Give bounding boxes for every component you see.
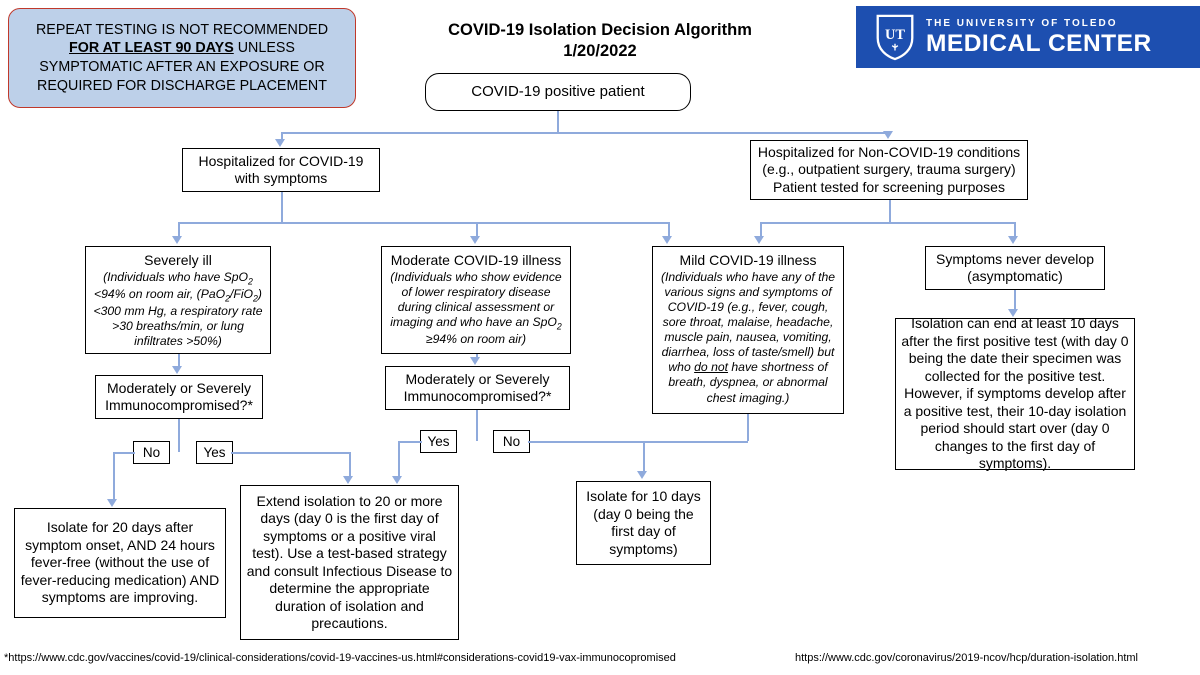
node-mild-illness-body: (Individuals who have any of the various… xyxy=(660,269,836,405)
node-immunocompromised-mid-label: Moderately or Severely Immunocompromised?… xyxy=(403,370,552,405)
edge-immunoleft-down xyxy=(178,419,180,452)
node-mild-illness-title: Mild COVID-19 illness xyxy=(679,252,817,268)
arrow-to-moderate-illness xyxy=(470,236,480,244)
edge-mid-yes-down xyxy=(398,441,400,476)
notice-text: REPEAT TESTING IS NOT RECOMMENDED FOR AT… xyxy=(36,21,328,95)
svg-text:UT: UT xyxy=(885,27,905,43)
arrow-to-immunocompromised-mid xyxy=(470,357,480,365)
edge-immunomid-down xyxy=(476,410,478,441)
edge-left-no-horizontal xyxy=(113,452,135,454)
arrow-to-outcome-20-days xyxy=(107,499,117,507)
logo-wordmark: THE UNIVERSITY OF TOLEDO MEDICAL CENTER xyxy=(926,17,1151,56)
node-outcome-10-days[interactable]: Isolate for 10 days (day 0 being the fir… xyxy=(576,481,711,565)
node-outcome-extend-isolation[interactable]: Extend isolation to 20 or more days (day… xyxy=(240,485,459,640)
arrow-to-asymptomatic xyxy=(1008,236,1018,244)
node-outcome-asymptomatic-isolation[interactable]: Isolation can end at least 10 days after… xyxy=(895,315,1135,472)
edge-label-left-yes[interactable]: Yes xyxy=(196,441,233,464)
edge-mid-no-down xyxy=(643,441,645,472)
arrow-to-mild-illness-left xyxy=(662,236,672,244)
logo-line-medical-center: MEDICAL CENTER xyxy=(926,29,1152,57)
repeat-testing-notice: REPEAT TESTING IS NOT RECOMMENDED FOR AT… xyxy=(8,8,356,108)
node-outcome-20-days[interactable]: Isolate for 20 days after symptom onset,… xyxy=(14,508,226,618)
edge-left-no-down xyxy=(113,452,115,499)
arrow-to-outcome-extend-from-left xyxy=(343,476,353,484)
university-logo-banner: UT THE UNIVERSITY OF TOLEDO MEDICAL CENT… xyxy=(856,6,1200,68)
node-moderate-illness[interactable]: Moderate COVID-19 illness (Individuals w… xyxy=(381,246,571,354)
arrow-to-outcome-extend-from-mid xyxy=(392,476,402,484)
edge-mid-yes-horizontal xyxy=(398,441,422,443)
node-hospitalized-noncovid[interactable]: Hospitalized for Non-COVID-19 conditions… xyxy=(750,140,1028,200)
node-immunocompromised-left[interactable]: Moderately or Severely Immunocompromised?… xyxy=(95,375,263,419)
notice-line-3: SYMPTOMATIC AFTER AN EXPOSURE OR xyxy=(39,59,325,75)
arrow-to-immunocompromised-left xyxy=(172,366,182,374)
node-outcome-extend-isolation-label: Extend isolation to 20 or more days (day… xyxy=(246,492,453,632)
title-main: COVID-19 Isolation Decision Algorithm xyxy=(448,21,752,39)
edge-start-down xyxy=(557,111,559,133)
edge-asymptomatic-down xyxy=(1014,290,1016,310)
node-start-label: COVID-19 positive patient xyxy=(471,82,645,100)
edge-label-mid-no-text: No xyxy=(502,434,521,449)
arrow-to-severely-ill xyxy=(172,236,182,244)
edge-label-left-no[interactable]: No xyxy=(133,441,170,464)
node-immunocompromised-mid[interactable]: Moderately or Severely Immunocompromised?… xyxy=(385,366,570,410)
edge-label-mid-yes-text: Yes xyxy=(427,434,450,449)
edge-illness-bus-drop-severe xyxy=(178,222,180,236)
edge-label-mid-yes[interactable]: Yes xyxy=(420,430,457,453)
notice-line-4: REQUIRED FOR DISCHARGE PLACEMENT xyxy=(37,77,327,94)
node-hospitalized-noncovid-label: Hospitalized for Non-COVID-19 conditions… xyxy=(757,143,1021,195)
edge-label-mid-no[interactable]: No xyxy=(493,430,530,453)
edge-top-bus xyxy=(281,132,889,134)
edge-left-yes-down xyxy=(349,452,351,476)
edge-mid-no-horizontal xyxy=(528,441,748,443)
node-hospitalized-covid-label: Hospitalized for COVID-19 with symptoms xyxy=(198,152,364,187)
footer-link-duration-isolation[interactable]: https://www.cdc.gov/coronavirus/2019-nco… xyxy=(795,652,1138,664)
notice-line-2-rest: UNLESS xyxy=(233,40,295,57)
node-immunocompromised-left-label: Moderately or Severely Immunocompromised?… xyxy=(105,379,253,414)
edge-mild-down xyxy=(747,414,749,441)
edge-illness-bus-drop-moderate xyxy=(476,222,478,236)
node-outcome-asymptomatic-isolation-label: Isolation can end at least 10 days after… xyxy=(901,315,1129,472)
node-severely-ill-title: Severely ill xyxy=(144,252,212,268)
node-outcome-20-days-label: Isolate for 20 days after symptom onset,… xyxy=(20,519,220,606)
edge-noncovid-bus-drop-mild xyxy=(760,222,762,236)
edge-hospcovid-down xyxy=(281,192,283,222)
edge-noncovid-bus xyxy=(760,222,1015,224)
edge-label-left-yes-text: Yes xyxy=(203,445,226,460)
notice-line-1: REPEAT TESTING IS NOT RECOMMENDED xyxy=(35,21,329,38)
footer-link-immunocompromised[interactable]: *https://www.cdc.gov/vaccines/covid-19/c… xyxy=(4,652,676,664)
page-title: COVID-19 Isolation Decision Algorithm 1/… xyxy=(390,20,810,63)
node-severely-ill-body: (Individuals who have SpO2 <94% on room … xyxy=(93,269,263,349)
arrow-to-asymptomatic-outcome xyxy=(1008,309,1018,317)
arrow-to-hospitalized-noncovid xyxy=(883,131,893,139)
edge-illness-bus xyxy=(178,222,668,224)
arrow-to-mild-illness-right xyxy=(754,236,764,244)
edge-illness-bus-drop-mild xyxy=(668,222,670,236)
node-severely-ill[interactable]: Severely ill (Individuals who have SpO2 … xyxy=(85,246,271,354)
node-mild-illness[interactable]: Mild COVID-19 illness (Individuals who h… xyxy=(652,246,844,414)
node-start[interactable]: COVID-19 positive patient xyxy=(425,73,691,111)
node-moderate-illness-body: (Individuals who show evidence of lower … xyxy=(390,269,562,347)
arrow-to-outcome-10-days xyxy=(637,471,647,479)
edge-hospnoncovid-down xyxy=(889,200,891,222)
node-hospitalized-covid[interactable]: Hospitalized for COVID-19 with symptoms xyxy=(182,148,380,192)
edge-noncovid-bus-drop-asymptomatic xyxy=(1014,222,1016,236)
node-outcome-10-days-label: Isolate for 10 days (day 0 being the fir… xyxy=(586,488,701,557)
arrow-to-hospitalized-covid xyxy=(275,139,285,147)
node-asymptomatic-label: Symptoms never develop (asymptomatic) xyxy=(936,250,1094,285)
node-asymptomatic[interactable]: Symptoms never develop (asymptomatic) xyxy=(925,246,1105,290)
edge-label-left-no-text: No xyxy=(142,445,161,460)
edge-left-yes-horizontal xyxy=(231,452,350,454)
node-moderate-illness-title: Moderate COVID-19 illness xyxy=(390,252,562,268)
title-date: 1/20/2022 xyxy=(563,42,637,61)
notice-emphasis: FOR AT LEAST 90 DAYS xyxy=(69,40,234,57)
logo-line-university: THE UNIVERSITY OF TOLEDO xyxy=(926,17,1118,29)
ut-shield-icon: UT xyxy=(876,14,914,61)
